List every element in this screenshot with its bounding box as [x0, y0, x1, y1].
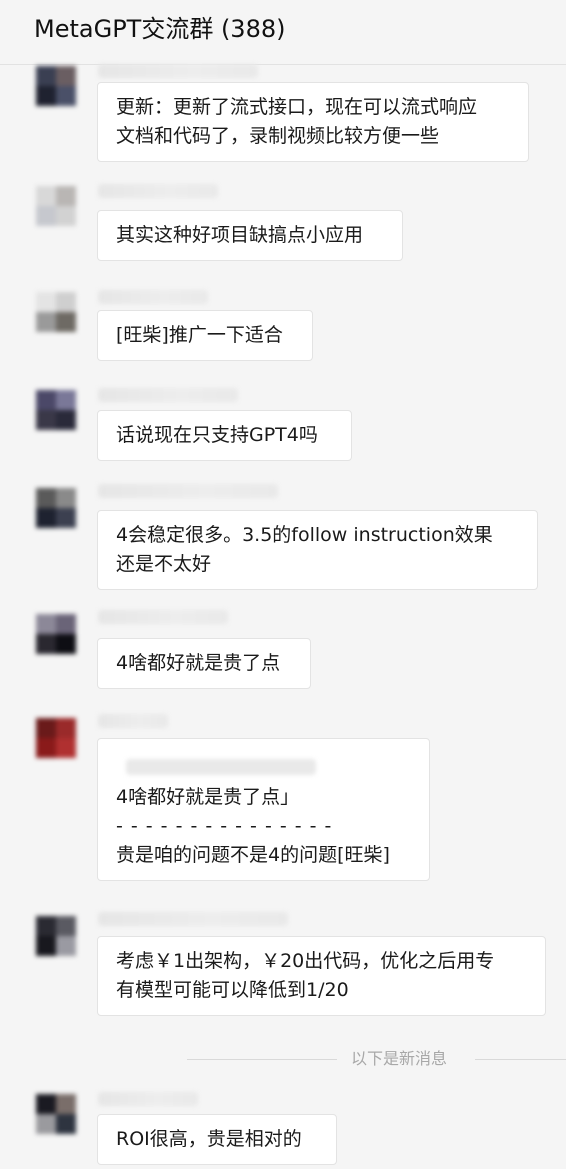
avatar[interactable]: [36, 916, 76, 956]
message-text-line: ROI很高，贵是相对的: [116, 1128, 302, 1150]
message-bubble[interactable]: 其实这种好项目缺搞点小应用: [97, 210, 403, 261]
message-bubble[interactable]: ROI很高，贵是相对的: [97, 1114, 337, 1165]
divider-line-left: [187, 1059, 337, 1060]
avatar[interactable]: [36, 488, 76, 528]
avatar[interactable]: [36, 66, 76, 106]
sender-name-blurred: [98, 610, 228, 624]
quoted-sender-blurred: [126, 759, 316, 775]
avatar[interactable]: [36, 186, 76, 226]
sender-name-blurred: [98, 290, 208, 304]
message-text-line: 其实这种好项目缺搞点小应用: [116, 224, 364, 246]
sender-name-blurred: [98, 714, 168, 728]
message-bubble[interactable]: 4啥都好就是贵了点: [97, 638, 311, 689]
message-text-line: 有模型可能可以降低到1/20: [116, 979, 349, 1001]
message-bubble[interactable]: 更新：更新了流式接口，现在可以流式响应 文档和代码了，录制视频比较方便一些: [97, 82, 529, 162]
sender-name-blurred: [98, 184, 218, 198]
avatar[interactable]: [36, 292, 76, 332]
quoted-text: 4啥都好就是贵了点」: [116, 786, 300, 808]
quote-separator: - - - - - - - - - - - - - - -: [116, 815, 333, 837]
message-text-line: 4会稳定很多。3.5的follow instruction效果: [116, 524, 493, 546]
divider-line-right: [475, 1059, 566, 1060]
message-text-line: 4啥都好就是贵了点: [116, 652, 281, 674]
message-text-line: 文档和代码了，录制视频比较方便一些: [116, 125, 440, 147]
new-messages-label: 以下是新消息: [351, 1049, 448, 1068]
reply-text: 贵是咱的问题不是4的问题[旺柴]: [116, 844, 390, 866]
new-messages-divider: 以下是新消息: [187, 1046, 566, 1072]
message-text-line: [旺柴]推广一下适合: [116, 324, 283, 346]
message-text-line: 还是不太好: [116, 553, 212, 575]
message-text-line: 更新：更新了流式接口，现在可以流式响应: [116, 96, 478, 118]
sender-name-blurred: [98, 64, 258, 78]
sender-name-blurred: [98, 388, 238, 402]
message-text-line: 考虑￥1出架构，￥20出代码，优化之后用专: [116, 950, 495, 972]
message-bubble[interactable]: 4啥都好就是贵了点」 - - - - - - - - - - - - - - -…: [97, 738, 430, 881]
message-bubble[interactable]: [旺柴]推广一下适合: [97, 310, 313, 361]
sender-name-blurred: [98, 1092, 198, 1106]
avatar[interactable]: [36, 718, 76, 758]
avatar[interactable]: [36, 614, 76, 654]
sender-name-blurred: [98, 912, 288, 926]
message-bubble[interactable]: 话说现在只支持GPT4吗: [97, 410, 352, 461]
message-bubble[interactable]: 考虑￥1出架构，￥20出代码，优化之后用专 有模型可能可以降低到1/20: [97, 936, 546, 1016]
chat-title[interactable]: MetaGPT交流群 (388): [34, 12, 285, 46]
message-bubble[interactable]: 4会稳定很多。3.5的follow instruction效果 还是不太好: [97, 510, 538, 590]
message-text-line: 话说现在只支持GPT4吗: [116, 424, 318, 446]
chat-header: MetaGPT交流群 (388): [0, 0, 566, 65]
sender-name-blurred: [98, 484, 278, 498]
avatar[interactable]: [36, 1094, 76, 1134]
avatar[interactable]: [36, 390, 76, 430]
